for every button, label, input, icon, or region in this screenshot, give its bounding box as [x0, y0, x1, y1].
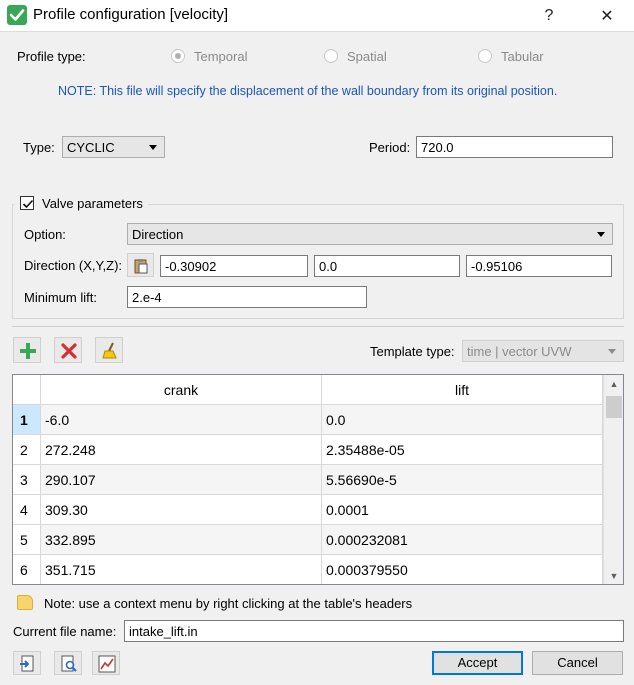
current-file-input[interactable]: intake_lift.in [124, 620, 624, 642]
direction-z-input[interactable]: -0.95106 [466, 255, 612, 277]
type-select-value: CYCLIC [67, 140, 115, 155]
valve-parameters-checkbox[interactable] [20, 196, 34, 210]
displacement-note: NOTE: This file will specify the displac… [58, 84, 558, 98]
table-cell-lift[interactable]: 5.56690e-5 [322, 465, 603, 495]
radio-temporal[interactable] [171, 49, 185, 63]
direction-x-value: -0.30902 [165, 259, 217, 274]
broom-icon [102, 342, 117, 359]
clipboard-icon [134, 259, 148, 274]
column-header-crank[interactable]: crank [41, 375, 322, 405]
table-cell-lift[interactable]: 2.35488e-05 [322, 435, 603, 465]
table-cell-crank[interactable]: 309.30 [41, 495, 322, 525]
direction-y-input[interactable]: 0.0 [314, 255, 460, 277]
profile-table[interactable]: crank lift 1 -6.0 0.0 2 272.248 2.35488e… [12, 374, 624, 585]
table-cell-lift[interactable]: 0.000232081 [322, 525, 603, 555]
direction-label: Direction (X,Y,Z): [24, 258, 123, 273]
row-header[interactable]: 6 [13, 555, 41, 584]
row-header[interactable]: 4 [13, 495, 41, 525]
plus-icon [20, 343, 36, 359]
table-cell-lift[interactable]: 0.0 [322, 405, 603, 435]
period-label: Period: [369, 140, 411, 155]
period-input[interactable]: 720.0 [416, 136, 613, 158]
open-file-button[interactable] [54, 651, 82, 675]
chevron-down-icon [149, 145, 157, 150]
delete-x-icon [61, 343, 77, 359]
row-header[interactable]: 3 [13, 465, 41, 495]
chart-icon [98, 655, 116, 673]
direction-x-input[interactable]: -0.30902 [160, 255, 308, 277]
add-row-button[interactable] [13, 337, 41, 363]
type-label: Type: [23, 140, 55, 155]
scroll-thumb[interactable] [606, 396, 622, 418]
current-file-value: intake_lift.in [129, 624, 198, 639]
template-type-select[interactable]: time | vector UVW [462, 340, 624, 362]
row-header[interactable]: 1 [13, 405, 41, 435]
document-search-icon [61, 655, 77, 672]
table-cell-crank[interactable]: -6.0 [41, 405, 322, 435]
section-divider [12, 326, 624, 327]
table-cell-crank[interactable]: 351.715 [41, 555, 322, 584]
plot-button[interactable] [92, 651, 120, 675]
option-select-value: Direction [132, 227, 184, 242]
paste-button[interactable] [127, 253, 154, 277]
option-label: Option: [24, 227, 66, 242]
radio-temporal-label: Temporal [194, 49, 248, 64]
minimum-lift-label: Minimum lift: [24, 290, 97, 305]
row-header[interactable]: 2 [13, 435, 41, 465]
scroll-down-icon[interactable]: ▼ [604, 567, 623, 584]
help-button[interactable]: ? [526, 0, 572, 31]
radio-spatial[interactable] [324, 49, 338, 63]
chevron-down-icon [608, 349, 616, 354]
table-cell-crank[interactable]: 290.107 [41, 465, 322, 495]
radio-tabular-label: Tabular [501, 49, 544, 64]
window-title: Profile configuration [velocity] [33, 6, 229, 23]
minimum-lift-value: 2.e-4 [132, 290, 162, 305]
row-header[interactable]: 5 [13, 525, 41, 555]
template-type-label: Template type: [370, 344, 455, 359]
direction-z-value: -0.95106 [471, 259, 523, 274]
import-file-button[interactable] [13, 651, 41, 675]
context-menu-hint: Note: use a context menu by right clicki… [44, 596, 413, 611]
minimum-lift-input[interactable]: 2.e-4 [127, 286, 367, 308]
template-type-value: time | vector UVW [467, 344, 572, 359]
checkmark-icon [22, 199, 34, 209]
scroll-up-icon[interactable]: ▲ [604, 375, 623, 392]
delete-row-button[interactable] [54, 337, 82, 363]
profile-type-label: Profile type: [17, 49, 86, 64]
title-divider [0, 31, 634, 32]
direction-y-value: 0.0 [319, 259, 338, 274]
table-corner [13, 375, 41, 405]
accept-button[interactable]: Accept [432, 651, 523, 675]
type-select[interactable]: CYCLIC [62, 136, 165, 158]
table-scrollbar[interactable]: ▲ ▼ [603, 375, 623, 584]
period-value: 720.0 [421, 140, 454, 155]
close-button[interactable]: ✕ [584, 0, 630, 31]
note-icon [17, 595, 33, 610]
app-check-icon [7, 5, 27, 25]
cancel-button[interactable]: Cancel [532, 651, 623, 675]
column-header-lift[interactable]: lift [322, 375, 603, 405]
valve-parameters-label: Valve parameters [42, 196, 143, 211]
table-cell-lift[interactable]: 0.0001 [322, 495, 603, 525]
radio-spatial-label: Spatial [347, 49, 387, 64]
option-select[interactable]: Direction [127, 223, 613, 245]
chevron-down-icon [597, 232, 605, 237]
clear-table-button[interactable] [95, 337, 123, 363]
table-cell-lift[interactable]: 0.000379550 [322, 555, 603, 584]
radio-tabular[interactable] [478, 49, 492, 63]
current-file-label: Current file name: [13, 624, 117, 639]
import-file-icon [20, 655, 34, 672]
table-cell-crank[interactable]: 332.895 [41, 525, 322, 555]
table-cell-crank[interactable]: 272.248 [41, 435, 322, 465]
